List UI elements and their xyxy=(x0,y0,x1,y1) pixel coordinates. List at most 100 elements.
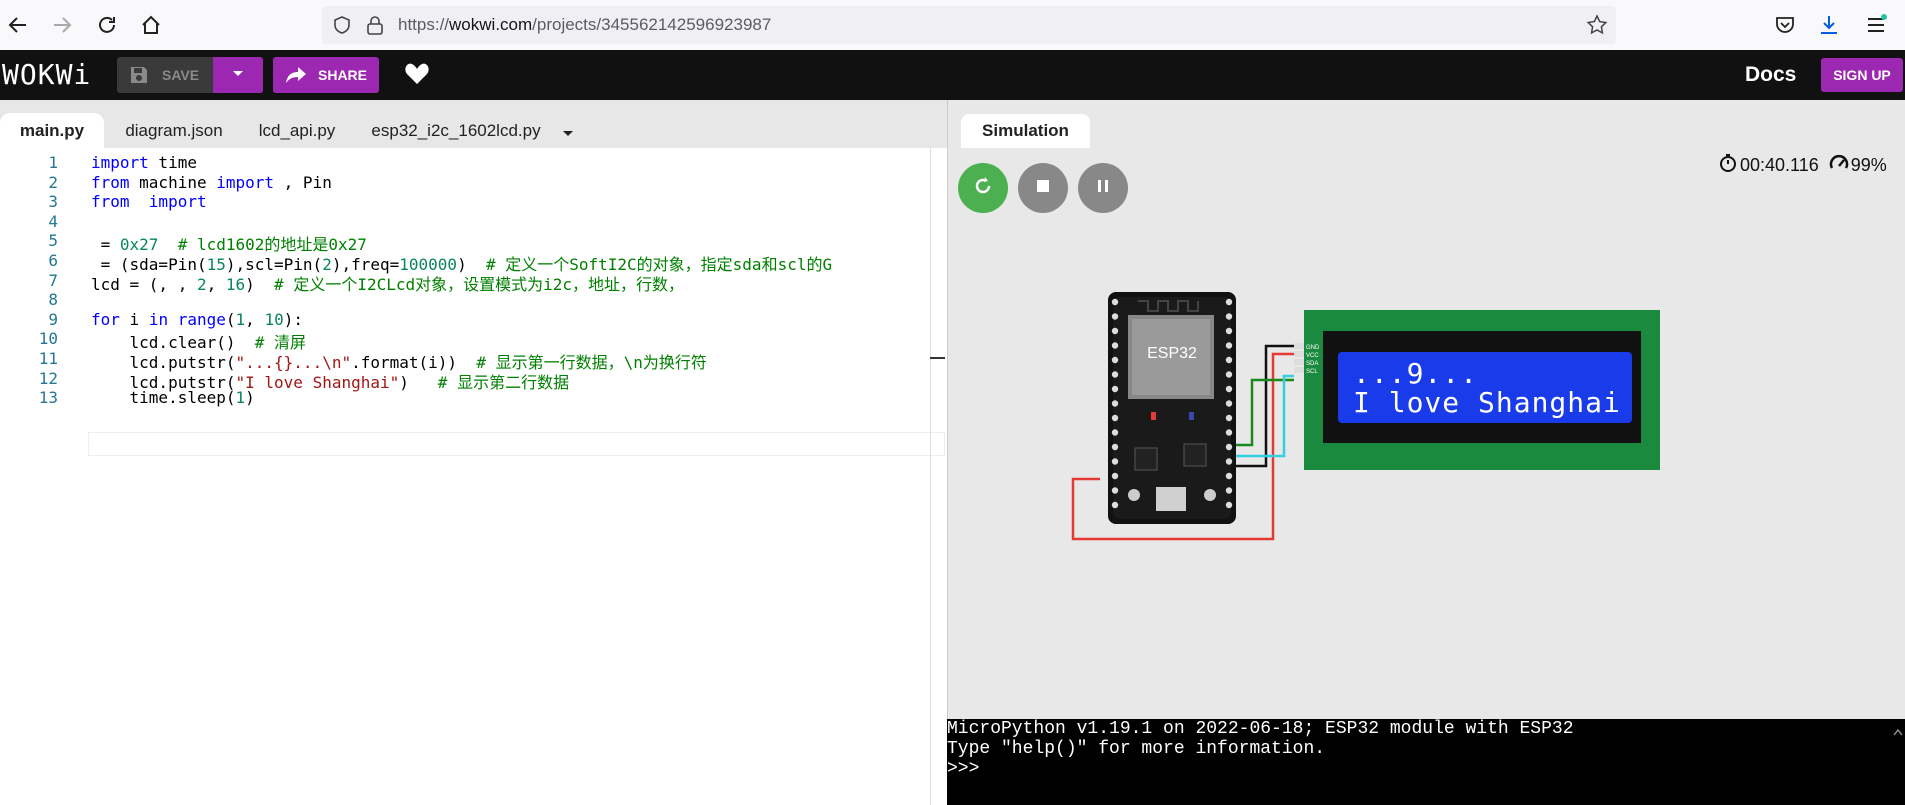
header-pin xyxy=(1111,458,1119,465)
header-pin xyxy=(1111,298,1119,306)
line-number: 10 xyxy=(38,329,58,349)
save-dropdown-button[interactable] xyxy=(213,57,263,93)
header-pin xyxy=(1225,385,1233,393)
line-number: 1 xyxy=(48,153,58,172)
bookmark-star-icon[interactable] xyxy=(1586,14,1608,41)
sign-up-button[interactable]: SIGN UP xyxy=(1821,58,1903,92)
line-number: 3 xyxy=(48,192,58,212)
code-text[interactable]: from machine import , Pin xyxy=(91,173,332,192)
tab-lcd-api-py[interactable]: lcd_api.py xyxy=(244,113,350,148)
header-pin xyxy=(1225,501,1233,509)
header-pin xyxy=(1225,400,1233,407)
esp32-chip-label: ESP32 xyxy=(1147,345,1197,362)
header-pin xyxy=(1225,298,1233,306)
lock-icon[interactable] xyxy=(366,15,384,40)
line-number: 9 xyxy=(48,309,58,329)
lcd-pin-scl: SCL xyxy=(1306,369,1318,375)
header-pin xyxy=(1225,414,1233,422)
more-tabs-caret-icon[interactable] xyxy=(562,125,574,143)
header-pin xyxy=(1225,458,1233,465)
code-text[interactable]: for i in range(1, 10): xyxy=(91,310,303,329)
menu-icon[interactable] xyxy=(1862,11,1890,39)
header-pin xyxy=(1225,443,1233,451)
lcd-line-2: I love Shanghai xyxy=(1353,386,1621,419)
header-pin xyxy=(1111,414,1119,422)
share-label: SHARE xyxy=(318,67,368,83)
address-bar[interactable]: https://wokwi.com/projects/3455621425969… xyxy=(322,6,1616,44)
terminal-line: Type "help()" for more information. xyxy=(947,739,1326,759)
docs-link[interactable]: Docs xyxy=(1745,63,1796,87)
lcd-pin-vcc: VCC xyxy=(1306,353,1319,359)
tab-diagram-json[interactable]: diagram.json xyxy=(112,113,236,148)
tab-esp32-i2c-1602lcd-py[interactable]: esp32_i2c_1602lcd.py xyxy=(358,113,554,148)
line-number: 12 xyxy=(38,368,58,388)
code-editor[interactable]: 1 import time 2 from machine import , Pin 3 f… xyxy=(0,148,945,805)
app-header: WOKWi SAVE SHARE Docs SIGN UP xyxy=(0,50,1905,100)
lcd1602-display[interactable]: ...9... I love Shanghai xyxy=(1304,310,1660,470)
esp32-pin-header-right xyxy=(1225,298,1233,509)
line-number: 6 xyxy=(48,251,58,270)
line-number: 4 xyxy=(48,211,58,231)
line-number: 13 xyxy=(38,388,58,408)
downloads-icon[interactable] xyxy=(1815,11,1843,39)
esp32-pin-header-left xyxy=(1111,298,1119,509)
pocket-icon[interactable] xyxy=(1771,11,1799,39)
code-text[interactable]: time.sleep(1) xyxy=(91,388,255,407)
editor-scrollbar[interactable] xyxy=(930,148,945,805)
simulation-panel: Simulation 00:40.116 99% ESP32 ...9... I… xyxy=(947,100,1905,719)
share-arrow-icon xyxy=(285,65,307,88)
line-number: 2 xyxy=(48,172,58,192)
header-pin xyxy=(1225,472,1233,480)
line-number: 7 xyxy=(48,270,58,290)
code-text[interactable]: from import xyxy=(91,192,216,211)
esp32-board[interactable]: ESP32 xyxy=(1108,292,1236,524)
header-pin xyxy=(1111,472,1119,480)
header-pin xyxy=(1111,443,1119,451)
back-icon[interactable] xyxy=(4,11,32,39)
current-line-highlight xyxy=(88,432,945,456)
editor-tab-bar: main.py diagram.json lcd_api.py esp32_i2… xyxy=(0,100,947,148)
header-pin xyxy=(1225,356,1233,364)
lcd-pin-gnd: GND xyxy=(1306,345,1320,351)
terminal-prompt[interactable]: >>> xyxy=(947,759,979,779)
reload-icon[interactable] xyxy=(93,11,121,39)
header-pin xyxy=(1111,356,1119,364)
header-pin xyxy=(1111,342,1119,349)
save-label: SAVE xyxy=(162,67,200,83)
header-pin xyxy=(1225,313,1233,320)
header-pin xyxy=(1111,429,1119,436)
header-pin xyxy=(1111,371,1119,378)
forward-icon[interactable] xyxy=(48,11,76,39)
terminal-scroll-up-icon[interactable] xyxy=(1893,721,1903,741)
caret-down-icon xyxy=(231,66,245,84)
url-text[interactable]: https://wokwi.com/projects/3455621425969… xyxy=(398,15,771,35)
header-pin xyxy=(1111,501,1119,509)
heart-icon[interactable] xyxy=(404,62,430,91)
line-number: 8 xyxy=(48,290,58,310)
header-pin xyxy=(1225,487,1233,494)
serial-monitor[interactable]: MicroPython v1.19.1 on 2022-06-18; ESP32… xyxy=(947,719,1905,805)
browser-toolbar: https://wokwi.com/projects/3455621425969… xyxy=(0,0,1905,50)
header-pin xyxy=(1225,429,1233,436)
header-pin xyxy=(1111,400,1119,407)
code-line[interactable]: 13 time.sleep(1) xyxy=(0,388,945,412)
save-button[interactable]: SAVE xyxy=(117,57,213,93)
floppy-disk-icon xyxy=(129,65,149,88)
header-pin xyxy=(1225,327,1233,335)
code-text[interactable]: import time xyxy=(91,153,197,172)
scrollbar-thumb[interactable] xyxy=(930,357,945,359)
home-icon[interactable] xyxy=(137,11,165,39)
wokwi-logo[interactable]: WOKWi xyxy=(2,58,91,91)
share-button[interactable]: SHARE xyxy=(273,57,379,93)
circuit-diagram: ESP32 ...9... I love Shanghai GND VCC SD… xyxy=(1071,292,1660,541)
shield-icon[interactable] xyxy=(332,15,352,40)
header-pin xyxy=(1111,385,1119,393)
header-pin xyxy=(1111,313,1119,320)
line-number: 11 xyxy=(38,349,58,368)
tab-main-py[interactable]: main.py xyxy=(0,113,104,148)
terminal-line: MicroPython v1.19.1 on 2022-06-18; ESP32… xyxy=(947,719,1574,739)
header-pin xyxy=(1111,487,1119,494)
header-pin xyxy=(1225,342,1233,349)
header-pin xyxy=(1111,327,1119,335)
lcd-pin-sda: SDA xyxy=(1306,361,1318,367)
